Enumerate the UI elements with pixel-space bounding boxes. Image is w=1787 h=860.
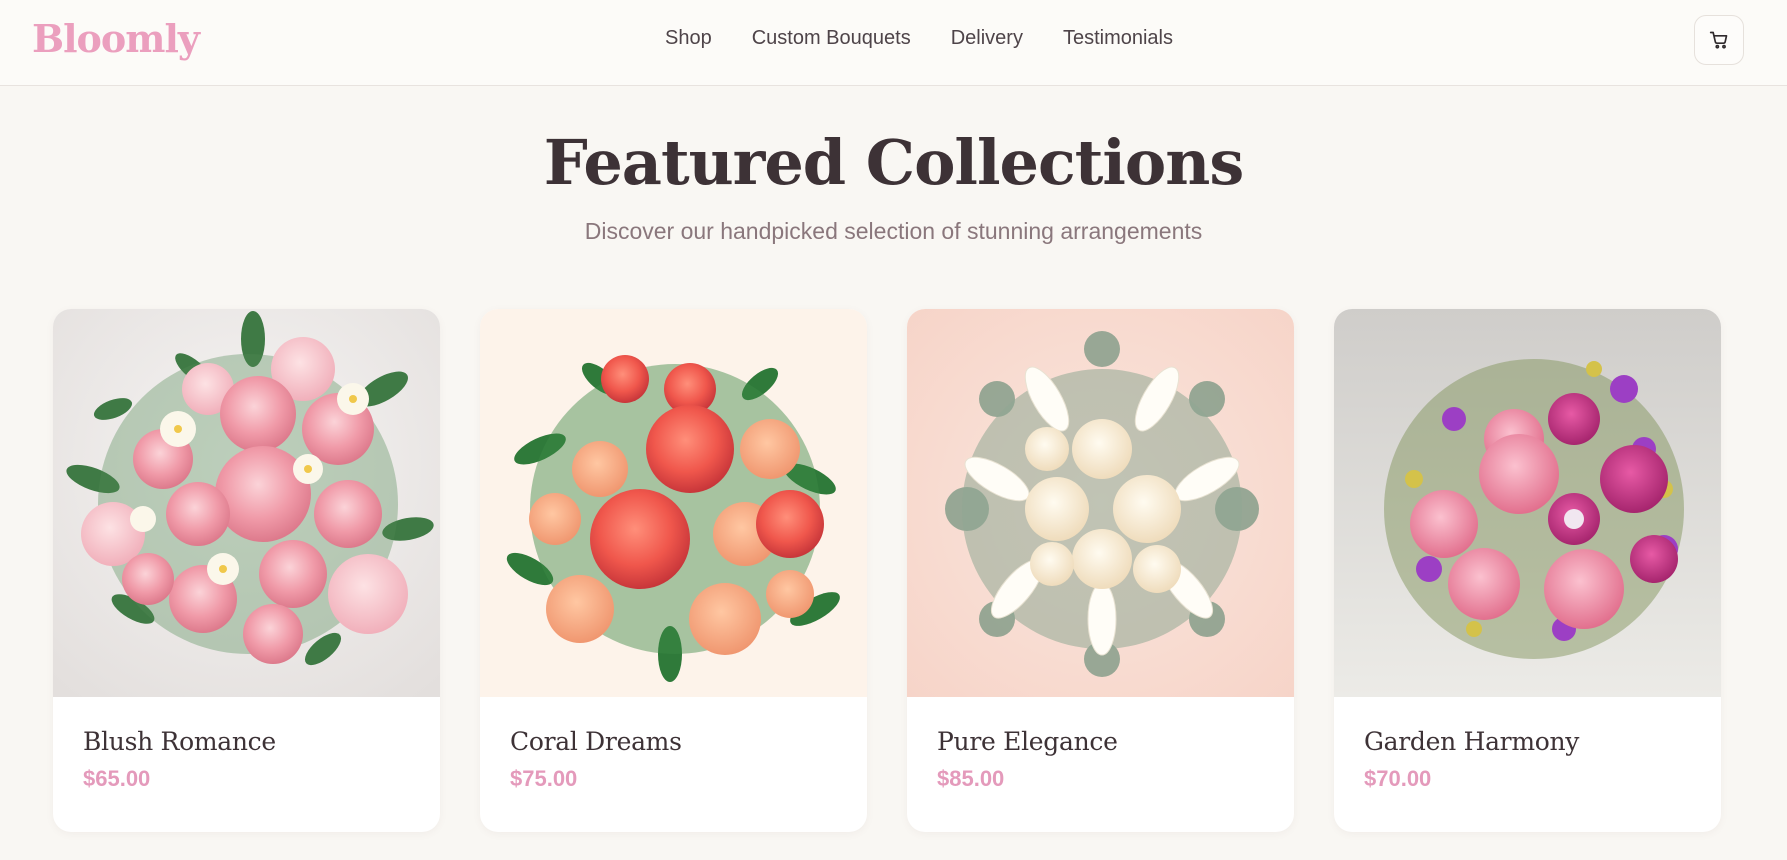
product-image-white-lily-rose-bouquet: [907, 309, 1294, 697]
cart-button[interactable]: [1694, 15, 1744, 65]
product-image-coral-rose-bouquet: [480, 309, 867, 697]
shopping-cart-icon: [1709, 31, 1728, 49]
product-card[interactable]: Blush Romance $65.00: [53, 309, 440, 832]
product-grid: Blush Romance $65.00 Coral Dreams $75.00…: [53, 309, 1721, 832]
main-nav: Shop Custom Bouquets Delivery Testimonia…: [665, 27, 1173, 50]
site-header: Bloomly Shop Custom Bouquets Delivery Te…: [0, 0, 1787, 86]
product-price: $70.00: [1364, 766, 1432, 791]
product-card[interactable]: Pure Elegance $85.00: [907, 309, 1294, 832]
nav-link-delivery[interactable]: Delivery: [951, 27, 1023, 50]
nav-link-testimonials[interactable]: Testimonials: [1063, 27, 1173, 50]
nav-link-custom-bouquets[interactable]: Custom Bouquets: [752, 27, 911, 50]
product-price: $65.00: [83, 766, 151, 791]
product-name: Blush Romance: [83, 727, 276, 756]
nav-link-shop[interactable]: Shop: [665, 27, 712, 50]
brand-logo[interactable]: Bloomly: [32, 16, 200, 61]
section-title: Featured Collections: [543, 126, 1245, 199]
product-image-pink-rose-bouquet: [53, 309, 440, 697]
product-name: Coral Dreams: [510, 727, 682, 756]
product-name: Garden Harmony: [1364, 727, 1580, 756]
section-subtitle: Discover our handpicked selection of stu…: [584, 218, 1203, 244]
product-image-mixed-pink-purple-bouquet: [1334, 309, 1721, 697]
product-card[interactable]: Coral Dreams $75.00: [480, 309, 867, 832]
product-price: $85.00: [937, 766, 1005, 791]
product-name: Pure Elegance: [937, 727, 1118, 756]
product-card[interactable]: Garden Harmony $70.00: [1334, 309, 1721, 832]
product-price: $75.00: [510, 766, 578, 791]
